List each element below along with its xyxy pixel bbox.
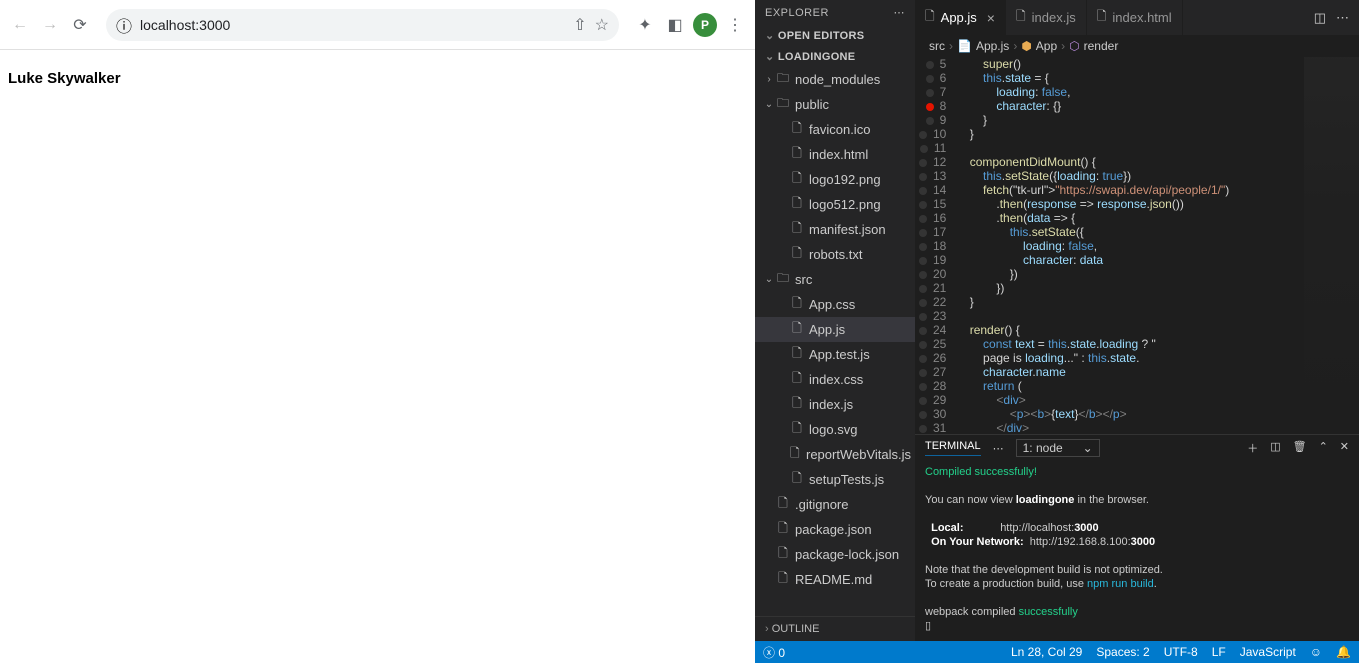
- split-editor-icon[interactable]: ◫: [1314, 10, 1326, 26]
- file-icon: 🗋: [789, 169, 805, 190]
- file-item[interactable]: 🗋App.css: [755, 292, 915, 317]
- file-item[interactable]: 🗋App.test.js: [755, 342, 915, 367]
- file-icon: 🗋: [789, 419, 805, 440]
- extensions-icon[interactable]: ✦: [633, 13, 657, 37]
- explorer-sidebar: EXPLORER ⋯ ⌄ OPEN EDITORS ⌄ LOADINGONE ›…: [755, 0, 915, 641]
- code-editor[interactable]: 5678910111213141516171819202122232425262…: [915, 57, 1359, 434]
- breadcrumbs[interactable]: src› 📄App.js› ⬢App› ⬡render: [915, 35, 1359, 57]
- file-icon: 🗋: [1097, 7, 1107, 28]
- site-info-icon[interactable]: ⓘ: [116, 13, 132, 37]
- folder-item[interactable]: ›🗀node_modules: [755, 67, 915, 92]
- status-problems[interactable]: ⓧ 0: [763, 644, 785, 661]
- editor-column: 🗋App.js×🗋index.js🗋index.html ◫ ⋯ src› 📄A…: [915, 0, 1359, 641]
- menu-icon[interactable]: ⋮: [723, 13, 747, 37]
- explorer-title: EXPLORER: [765, 7, 829, 19]
- file-icon: 🗋: [789, 219, 805, 240]
- file-item[interactable]: 🗋reportWebVitals.js: [755, 442, 915, 467]
- folder-icon: 🗀: [775, 69, 791, 90]
- editor-tab[interactable]: 🗋index.html: [1087, 0, 1183, 35]
- file-item[interactable]: 🗋.gitignore: [755, 492, 915, 517]
- terminal-panel: TERMINAL ⋯ 1: node⌄ ＋ ◫ 🗑 ⌃ ✕ Compiled s…: [915, 434, 1359, 641]
- file-item[interactable]: 🗋package.json: [755, 517, 915, 542]
- file-item[interactable]: 🗋manifest.json: [755, 217, 915, 242]
- tab-more-icon[interactable]: ⋯: [1336, 10, 1349, 26]
- file-icon: 🗋: [789, 194, 805, 215]
- url-text: localhost:3000: [140, 17, 565, 33]
- sidepanel-icon[interactable]: ◧: [663, 13, 687, 37]
- outline-header[interactable]: › OUTLINE: [755, 616, 915, 641]
- terminal-selector[interactable]: 1: node⌄: [1016, 439, 1100, 457]
- folder-item[interactable]: ⌄🗀public: [755, 92, 915, 117]
- status-feedback-icon[interactable]: ☺: [1310, 645, 1322, 659]
- editor-tab[interactable]: 🗋index.js: [1006, 0, 1087, 35]
- editor-tab[interactable]: 🗋App.js×: [915, 0, 1006, 35]
- status-indent[interactable]: Spaces: 2: [1096, 645, 1149, 659]
- file-item[interactable]: 🗋index.css: [755, 367, 915, 392]
- file-item[interactable]: 🗋logo.svg: [755, 417, 915, 442]
- reload-button[interactable]: ⟳: [68, 13, 92, 37]
- maximize-terminal-icon[interactable]: ⌃: [1319, 440, 1328, 456]
- file-icon: 🗋: [789, 294, 805, 315]
- back-button[interactable]: ←: [8, 13, 32, 37]
- file-icon: 🗋: [789, 369, 805, 390]
- file-icon: 🗋: [789, 144, 805, 165]
- close-panel-icon[interactable]: ✕: [1340, 440, 1349, 456]
- status-bell-icon[interactable]: 🔔: [1336, 645, 1351, 659]
- browser-toolbar: ← → ⟳ ⓘ localhost:3000 ⇧ ☆ ✦ ◧ P ⋮: [0, 0, 755, 50]
- terminal-tab[interactable]: TERMINAL: [925, 440, 981, 456]
- status-cursor-pos[interactable]: Ln 28, Col 29: [1011, 645, 1082, 659]
- folder-icon: 🗀: [775, 269, 791, 290]
- open-editors-header[interactable]: ⌄ OPEN EDITORS: [755, 25, 915, 46]
- forward-button[interactable]: →: [38, 13, 62, 37]
- page-heading: Luke Skywalker: [8, 70, 747, 87]
- minimap[interactable]: [1304, 57, 1359, 434]
- file-icon: 🗋: [789, 394, 805, 415]
- browser-window: ← → ⟳ ⓘ localhost:3000 ⇧ ☆ ✦ ◧ P ⋮ Luke …: [0, 0, 755, 663]
- file-item[interactable]: 🗋package-lock.json: [755, 542, 915, 567]
- status-encoding[interactable]: UTF-8: [1164, 645, 1198, 659]
- file-icon: 🗋: [789, 344, 805, 365]
- file-icon: 🗋: [789, 469, 805, 490]
- file-item[interactable]: 🗋App.js: [755, 317, 915, 342]
- file-item[interactable]: 🗋favicon.ico: [755, 117, 915, 142]
- file-item[interactable]: 🗋logo192.png: [755, 167, 915, 192]
- file-item[interactable]: 🗋index.html: [755, 142, 915, 167]
- file-icon: 🗋: [925, 7, 935, 28]
- file-icon: 🗋: [1016, 7, 1026, 28]
- file-icon: 🗋: [789, 244, 805, 265]
- file-item[interactable]: 🗋logo512.png: [755, 192, 915, 217]
- file-icon: 🗋: [789, 119, 805, 140]
- split-terminal-icon[interactable]: ◫: [1270, 440, 1280, 456]
- file-icon: 🗋: [775, 569, 791, 590]
- file-icon: 🗋: [775, 494, 791, 515]
- file-item[interactable]: 🗋index.js: [755, 392, 915, 417]
- explorer-more-icon[interactable]: ⋯: [894, 6, 906, 19]
- share-icon[interactable]: ⇧: [573, 15, 586, 35]
- file-icon: 🗋: [775, 544, 791, 565]
- file-icon: 🗋: [775, 519, 791, 540]
- terminal-output[interactable]: Compiled successfully! You can now view …: [915, 461, 1359, 641]
- status-eol[interactable]: LF: [1212, 645, 1226, 659]
- address-bar[interactable]: ⓘ localhost:3000 ⇧ ☆: [106, 9, 619, 41]
- folder-item[interactable]: ⌄🗀src: [755, 267, 915, 292]
- file-item[interactable]: 🗋setupTests.js: [755, 467, 915, 492]
- file-item[interactable]: 🗋README.md: [755, 567, 915, 592]
- profile-avatar[interactable]: P: [693, 13, 717, 37]
- terminal-more-icon[interactable]: ⋯: [993, 442, 1004, 455]
- status-language[interactable]: JavaScript: [1240, 645, 1296, 659]
- status-bar: ⓧ 0 Ln 28, Col 29 Spaces: 2 UTF-8 LF Jav…: [755, 641, 1359, 663]
- editor-tabs: 🗋App.js×🗋index.js🗋index.html ◫ ⋯: [915, 0, 1359, 35]
- kill-terminal-icon[interactable]: 🗑: [1293, 440, 1307, 456]
- file-item[interactable]: 🗋robots.txt: [755, 242, 915, 267]
- project-header[interactable]: ⌄ LOADINGONE: [755, 46, 915, 67]
- vscode-window: EXPLORER ⋯ ⌄ OPEN EDITORS ⌄ LOADINGONE ›…: [755, 0, 1359, 663]
- folder-icon: 🗀: [775, 94, 791, 115]
- new-terminal-icon[interactable]: ＋: [1247, 440, 1258, 456]
- file-tree: ›🗀node_modules⌄🗀public🗋favicon.ico🗋index…: [755, 67, 915, 616]
- file-icon: 🗋: [788, 444, 802, 465]
- browser-page: Luke Skywalker: [0, 50, 755, 663]
- file-icon: 🗋: [789, 319, 805, 340]
- bookmark-icon[interactable]: ☆: [595, 15, 609, 35]
- close-tab-icon[interactable]: ×: [987, 10, 995, 26]
